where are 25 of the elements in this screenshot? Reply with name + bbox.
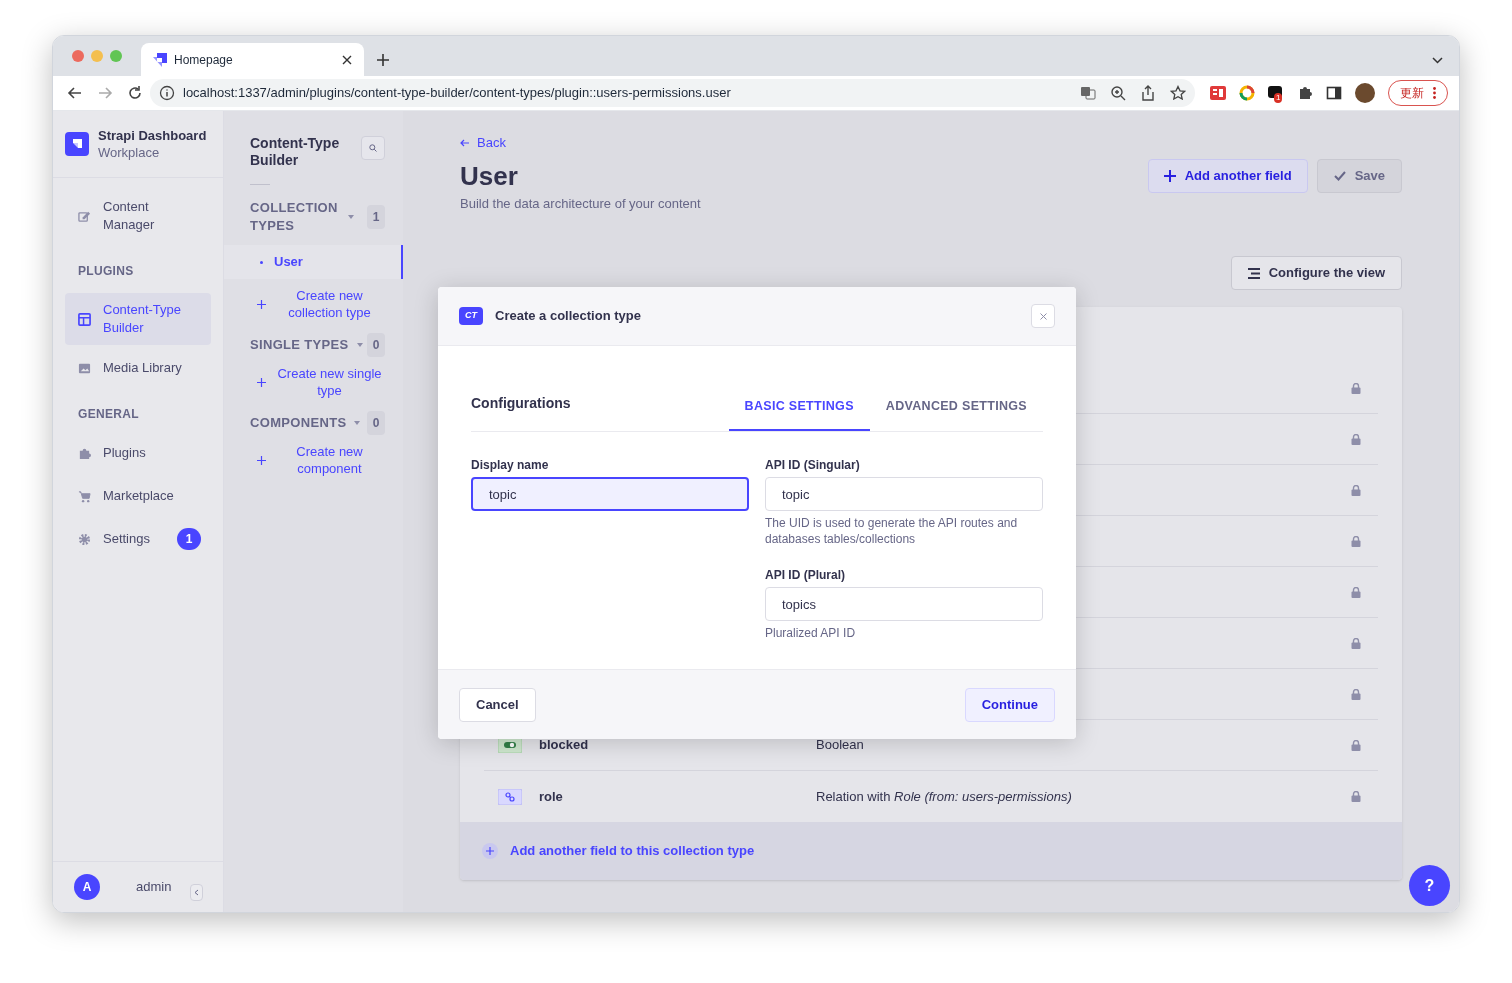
field-label: API ID (Singular)	[765, 457, 861, 473]
section-heading: PLUGINS	[77, 263, 135, 280]
field-hint: The UID is used to generate the API routes and databases tables/collections	[765, 515, 1019, 547]
count-badge: 0	[367, 411, 385, 435]
field-name: role	[539, 787, 564, 806]
field-hint: Pluralized API ID	[765, 625, 857, 641]
brand-title: Strapi Dashboard	[98, 127, 207, 144]
field-type: Boolean	[816, 736, 865, 755]
modal-title: Create a collection type	[495, 307, 642, 326]
field-type: Relation with Role (from: users-permissions)	[816, 787, 1073, 806]
count-badge: 1	[367, 205, 385, 229]
type-badge: CT	[459, 307, 483, 325]
field-label: Display name	[471, 457, 550, 473]
field-name: blocked	[539, 736, 590, 755]
notification-badge: 1	[177, 528, 201, 550]
count-badge: 0	[367, 333, 385, 357]
page-subtitle: Build the data architecture of your content	[460, 195, 701, 213]
field-label: API ID (Plural)	[765, 567, 846, 583]
panel-title: Content-Type Builder	[250, 135, 341, 169]
brand-subtitle: Workplace	[98, 144, 161, 161]
page-title: User	[460, 160, 519, 192]
notification-badge: 1	[1274, 93, 1283, 103]
section-title: Configurations	[471, 394, 571, 413]
section-heading: GENERAL	[77, 406, 140, 423]
user-name: admin	[136, 878, 172, 897]
